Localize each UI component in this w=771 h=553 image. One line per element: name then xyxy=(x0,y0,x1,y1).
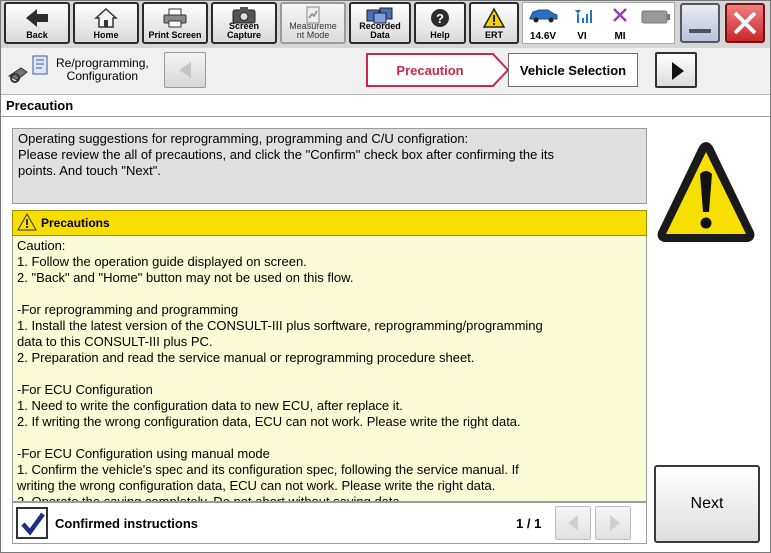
precaution-line: -For ECU Configuration xyxy=(17,382,153,397)
instructions-box: Operating suggestions for reprogramming,… xyxy=(12,128,647,204)
home-button[interactable]: Home xyxy=(73,2,139,44)
voltage-value: 14.6V xyxy=(529,31,557,42)
step-vehicle-selection: Vehicle Selection xyxy=(508,53,638,87)
back-button[interactable]: Back xyxy=(4,2,70,44)
step-forward-button[interactable] xyxy=(655,52,697,88)
precautions-text: Caution: 1. Follow the operation guide d… xyxy=(12,236,647,502)
warning-icon xyxy=(471,7,517,29)
mode-title: Re/programming, Configuration xyxy=(56,57,149,83)
camera-icon xyxy=(213,6,275,28)
page-indicator: 1 / 1 xyxy=(516,516,542,531)
precaution-line: writing the wrong configuration data, EC… xyxy=(17,478,496,493)
large-warning-icon xyxy=(654,136,758,248)
precaution-line: -For ECU Configuration using manual mode xyxy=(17,446,270,461)
measurement-mode-button[interactable]: Measureme nt Mode xyxy=(280,2,346,44)
page-title: Precaution xyxy=(6,98,74,113)
status-strip: 14.6V VI MI xyxy=(522,2,675,44)
vi-label: VI xyxy=(577,31,587,42)
warning-icon xyxy=(17,212,37,234)
right-arrow-icon xyxy=(608,514,622,537)
precaution-line: 2. Operate the saving completely. Do not… xyxy=(17,494,404,502)
confirm-label: Confirmed instructions xyxy=(55,516,199,531)
page-next-button[interactable] xyxy=(595,506,631,540)
precaution-line xyxy=(17,430,642,446)
divider xyxy=(0,116,771,117)
car-icon xyxy=(527,7,559,26)
minimize-button[interactable] xyxy=(680,3,720,43)
precaution-line: 2. Preparation and read the service manu… xyxy=(17,350,475,365)
step-precaution: Precaution xyxy=(366,53,494,87)
precaution-line: 1. Install the latest version of the CON… xyxy=(17,318,543,333)
consult-window: Back Home Print Screen Screen Capture Me xyxy=(0,0,771,553)
page-prev-button[interactable] xyxy=(555,506,591,540)
precaution-line: 2. "Back" and "Home" button may not be u… xyxy=(17,270,354,285)
instruction-line: Operating suggestions for reprogramming,… xyxy=(18,131,469,146)
instruction-line: points. And touch "Next". xyxy=(18,163,161,178)
ert-label: ERT xyxy=(485,30,503,40)
precaution-line: 1. Need to write the configuration data … xyxy=(17,398,403,413)
ert-button[interactable]: ERT xyxy=(469,2,519,44)
print-screen-button[interactable]: Print Screen xyxy=(142,2,208,44)
reprogramming-icon xyxy=(5,54,51,91)
home-label: Home xyxy=(93,30,119,40)
instruction-line: Please review the all of precautions, an… xyxy=(18,147,554,162)
close-button[interactable] xyxy=(725,3,765,43)
close-icon xyxy=(732,10,758,41)
printer-icon xyxy=(144,7,206,29)
precautions-header: Precautions xyxy=(12,210,647,236)
precaution-line: data to this CONSULT-III plus PC. xyxy=(17,334,213,349)
print-screen-label: Print Screen xyxy=(148,30,202,40)
precaution-line: 1. Follow the operation guide displayed … xyxy=(17,254,307,269)
vi-status: VI xyxy=(563,3,601,45)
precaution-line: 2. If writing the wrong configuration da… xyxy=(17,414,521,429)
precautions-header-label: Precautions xyxy=(41,216,110,230)
disconnected-x-icon xyxy=(612,7,628,26)
back-arrow-icon xyxy=(6,7,68,29)
right-arrow-icon xyxy=(670,61,686,86)
checkmark-icon xyxy=(20,511,46,542)
left-arrow-icon xyxy=(566,514,580,537)
help-icon: ? xyxy=(416,7,464,29)
help-button[interactable]: ? Help xyxy=(414,2,466,44)
mode-title-line2: Configuration xyxy=(66,69,139,83)
help-label: Help xyxy=(430,30,450,40)
recorded-data-button[interactable]: Recorded Data xyxy=(349,2,411,44)
signal-bars-icon xyxy=(573,8,593,27)
measurement-icon xyxy=(282,6,344,28)
confirm-checkbox[interactable] xyxy=(16,507,48,539)
back-label: Back xyxy=(26,30,48,40)
toolbar: Back Home Print Screen Screen Capture Me xyxy=(0,0,771,49)
screen-capture-button[interactable]: Screen Capture xyxy=(211,2,277,44)
next-button[interactable]: Next xyxy=(654,465,760,543)
mi-status: MI xyxy=(601,3,639,45)
confirmation-bar: Confirmed instructions 1 / 1 xyxy=(12,502,647,544)
left-arrow-icon xyxy=(177,61,193,84)
battery-voltage-status: 14.6V xyxy=(523,3,563,45)
minimize-icon xyxy=(689,29,711,33)
svg-text:?: ? xyxy=(436,11,444,26)
recorded-data-icon xyxy=(351,6,409,28)
precaution-line xyxy=(17,366,642,382)
step-back-button[interactable] xyxy=(164,52,206,88)
precaution-line: 1. Confirm the vehicle's spec and its co… xyxy=(17,462,519,477)
battery-icon xyxy=(641,10,671,29)
mi-label: MI xyxy=(614,31,626,42)
precaution-line: Caution: xyxy=(17,238,66,253)
precaution-line xyxy=(17,286,642,302)
precaution-line: -For reprogramming and programming xyxy=(17,302,239,317)
home-icon xyxy=(75,7,137,29)
